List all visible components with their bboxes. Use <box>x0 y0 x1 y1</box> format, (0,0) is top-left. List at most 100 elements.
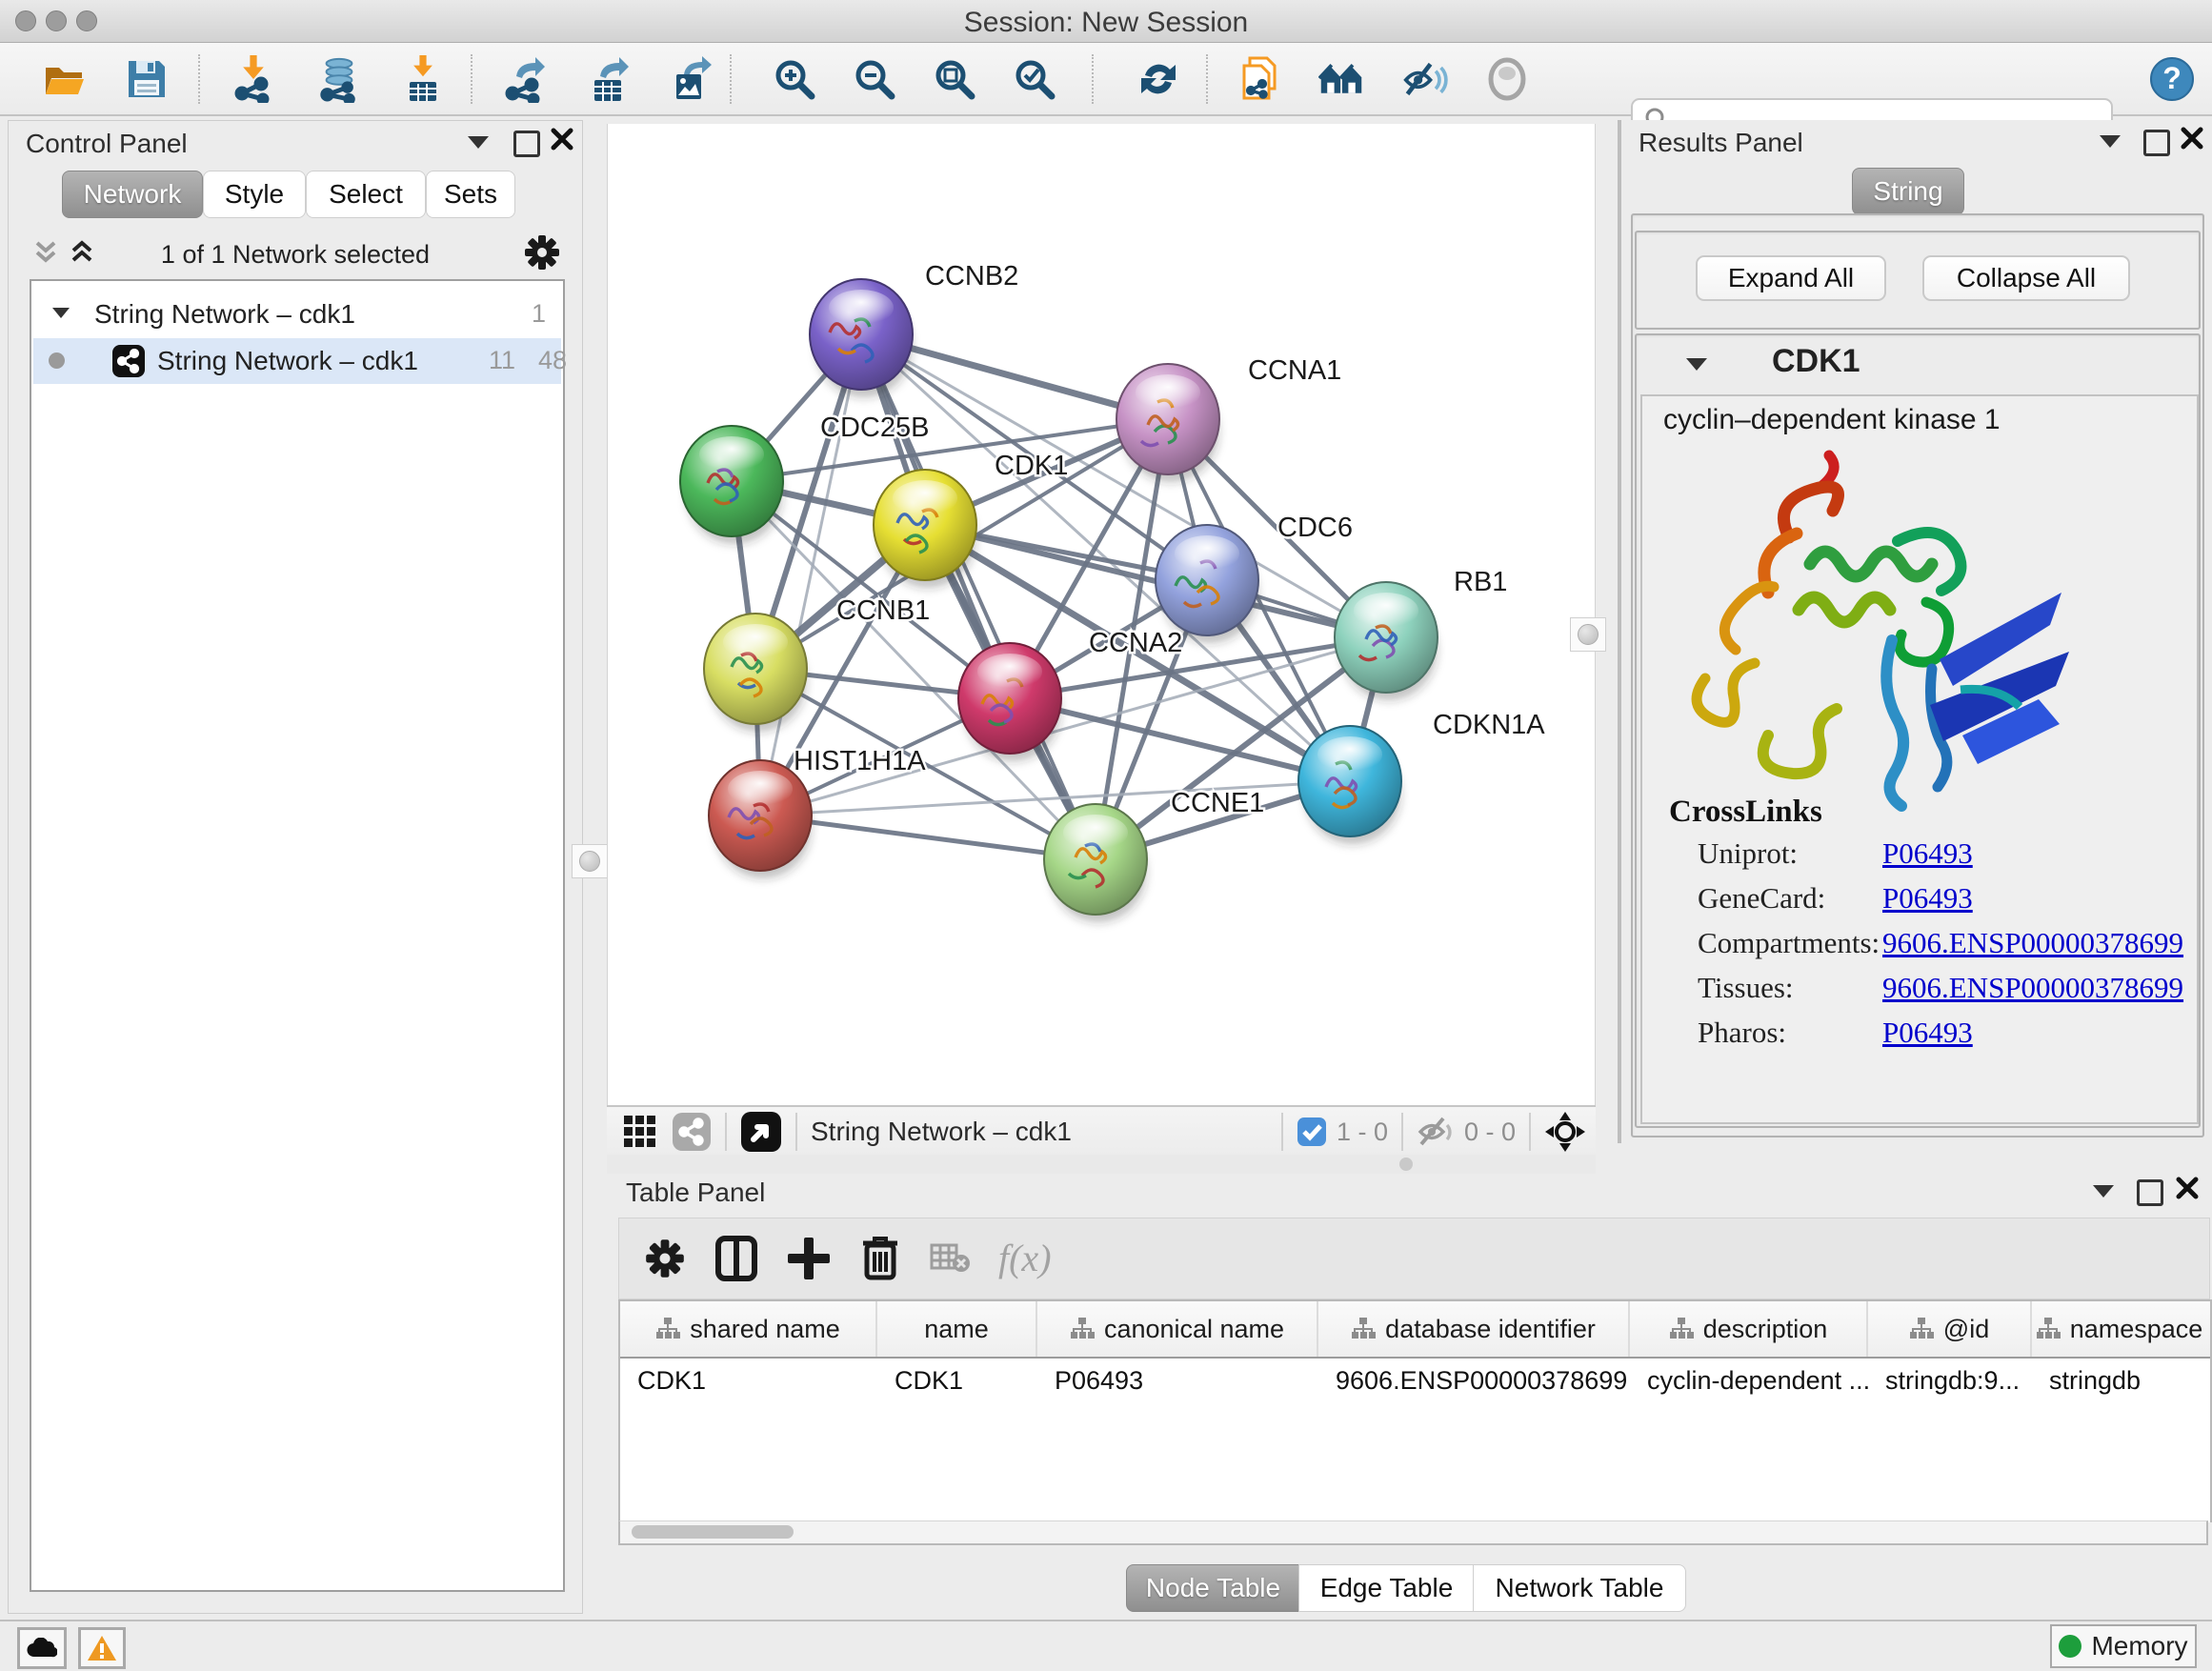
cloud-status-button[interactable] <box>17 1627 67 1669</box>
hide-selected-button[interactable] <box>1402 56 1448 102</box>
cell-shared-name[interactable]: CDK1 <box>620 1359 877 1402</box>
export-image-button[interactable] <box>669 56 714 102</box>
tab-node-table[interactable]: Node Table <box>1126 1564 1300 1612</box>
show-all-button[interactable] <box>1484 56 1530 102</box>
column-header[interactable]: canonical name <box>1037 1301 1318 1357</box>
selected-checkbox-icon[interactable] <box>1297 1117 1327 1147</box>
close-panel-icon[interactable] <box>2175 1176 2200 1200</box>
horizontal-splitter[interactable] <box>607 1155 1596 1174</box>
zoom-out-button[interactable] <box>852 56 897 102</box>
save-session-button[interactable] <box>124 56 170 102</box>
warning-status-button[interactable] <box>78 1627 126 1669</box>
pan-crosshair-icon[interactable] <box>1544 1111 1586 1153</box>
protein-expand-icon[interactable] <box>1686 358 1707 371</box>
close-panel-icon[interactable] <box>2180 126 2204 151</box>
tab-edge-table[interactable]: Edge Table <box>1298 1564 1475 1612</box>
shared-column-icon <box>1909 1317 1934 1341</box>
collection-expand-icon[interactable] <box>52 308 70 318</box>
memory-button[interactable]: Memory <box>2050 1624 2197 1668</box>
open-session-button[interactable] <box>42 56 88 102</box>
show-columns-icon[interactable] <box>714 1236 758 1281</box>
collapse-all-button[interactable]: Collapse All <box>1922 255 2130 301</box>
cell-id[interactable]: stringdb:9... <box>1868 1359 2032 1402</box>
export-table-button[interactable] <box>587 56 633 102</box>
network-row-selected[interactable]: String Network – cdk1 11 48 <box>33 338 561 384</box>
crosslink-value-link[interactable]: 9606.ENSP00000378699 <box>1882 971 2183 1005</box>
network-graph[interactable]: CCNB2CCNA1CDC25BCDK1CDC6RB1CCNB1CCNA2HIS… <box>608 124 1595 1105</box>
table-settings-gear-icon[interactable] <box>644 1238 686 1279</box>
import-network-database-button[interactable] <box>316 56 362 102</box>
duplicate-network-button[interactable] <box>1237 56 1282 102</box>
network-node-CDK1[interactable]: CDK1 <box>874 451 1068 588</box>
crosslink-value-link[interactable]: P06493 <box>1882 1016 1973 1050</box>
close-panel-icon[interactable] <box>550 127 574 151</box>
network-collection-row[interactable]: String Network – cdk1 1 <box>31 294 563 336</box>
column-header[interactable]: name <box>877 1301 1037 1357</box>
collapse-panel-icon[interactable] <box>2100 135 2121 148</box>
column-header[interactable]: shared name <box>620 1301 877 1357</box>
network-options-gear-icon[interactable] <box>523 233 561 272</box>
cell-description[interactable]: cyclin-dependent ... <box>1630 1359 1868 1402</box>
table-hscrollbar[interactable] <box>618 1520 2208 1545</box>
tab-string-results[interactable]: String <box>1852 168 1964 215</box>
crosslink-value-link[interactable]: P06493 <box>1882 836 1973 871</box>
cell-namespace[interactable]: stringdb <box>2032 1359 2206 1402</box>
tab-style[interactable]: Style <box>203 171 306 218</box>
fit-content-button[interactable] <box>932 56 977 102</box>
network-canvas[interactable]: CCNB2CCNA1CDC25BCDK1CDC6RB1CCNB1CCNA2HIS… <box>607 124 1596 1105</box>
grid-mode-icon[interactable] <box>622 1114 658 1150</box>
status-bar: Memory <box>0 1620 2212 1671</box>
string-view-icon[interactable] <box>672 1112 712 1152</box>
refresh-view-button[interactable] <box>1136 56 1181 102</box>
splitter-grip-dot[interactable] <box>1399 1158 1413 1171</box>
tab-sets[interactable]: Sets <box>426 171 515 218</box>
cell-database-identifier[interactable]: 9606.ENSP00000378699 <box>1318 1359 1630 1402</box>
export-network-button[interactable] <box>503 56 549 102</box>
collapse-panel-icon[interactable] <box>468 136 489 149</box>
table-row[interactable]: CDK1 CDK1 P06493 9606.ENSP00000378699 cy… <box>620 1359 2210 1402</box>
network-node-CCNA1[interactable]: CCNA1 <box>1116 355 1341 482</box>
open-folder-icon <box>42 58 88 100</box>
network-node-CCNE1[interactable]: CCNE1 <box>1044 788 1264 922</box>
tab-network[interactable]: Network <box>62 171 203 218</box>
cell-name[interactable]: CDK1 <box>877 1359 1037 1402</box>
network-node-RB1[interactable]: RB1 <box>1335 567 1507 700</box>
right-splitter-handle[interactable] <box>1570 617 1606 652</box>
column-header[interactable]: database identifier <box>1318 1301 1630 1357</box>
float-panel-icon[interactable] <box>2143 130 2170 156</box>
birdseye-view-icon[interactable] <box>740 1111 782 1153</box>
hidden-eye-icon[interactable] <box>1417 1115 1455 1149</box>
network-node-CDKN1A[interactable]: CDKN1A <box>1298 710 1545 844</box>
delete-column-trash-icon[interactable] <box>859 1234 901 1281</box>
column-header[interactable]: @id <box>1868 1301 2032 1357</box>
network-node-CCNA2[interactable]: CCNA2 <box>958 628 1182 761</box>
crosslink-value-link[interactable]: P06493 <box>1882 881 1973 916</box>
crosslink-value-link[interactable]: 9606.ENSP00000378699 <box>1882 926 2183 960</box>
network-node-CCNB2[interactable]: CCNB2 <box>810 261 1018 397</box>
function-builder-icon-disabled: f(x) <box>998 1236 1052 1280</box>
collapse-panel-icon[interactable] <box>2093 1185 2114 1198</box>
toolbar-separator <box>1206 54 1208 104</box>
float-panel-icon[interactable] <box>2137 1179 2163 1206</box>
tab-select[interactable]: Select <box>306 171 426 218</box>
import-table-file-button[interactable] <box>402 56 448 102</box>
add-column-icon[interactable] <box>787 1236 831 1281</box>
first-neighbors-button[interactable] <box>1318 56 1364 102</box>
tab-network-table[interactable]: Network Table <box>1473 1564 1686 1612</box>
expand-all-button[interactable]: Expand All <box>1696 255 1886 301</box>
column-header[interactable]: namespace <box>2032 1301 2206 1357</box>
left-splitter-handle[interactable] <box>572 844 608 878</box>
zoom-in-button[interactable] <box>772 56 817 102</box>
houses-icon <box>1318 58 1364 100</box>
zoom-selected-button[interactable] <box>1012 56 1057 102</box>
results-panel-title: Results Panel <box>1639 128 1803 158</box>
cell-canonical-name[interactable]: P06493 <box>1037 1359 1318 1402</box>
help-button[interactable]: ? <box>2149 56 2195 102</box>
column-header[interactable]: description <box>1630 1301 1868 1357</box>
cloud-icon <box>27 1638 57 1659</box>
hscrollbar-thumb[interactable] <box>632 1525 794 1539</box>
import-network-file-button[interactable] <box>232 56 278 102</box>
float-panel-icon[interactable] <box>513 131 540 157</box>
export-network-icon <box>503 55 549 103</box>
window-title: Session: New Session <box>0 7 2212 39</box>
